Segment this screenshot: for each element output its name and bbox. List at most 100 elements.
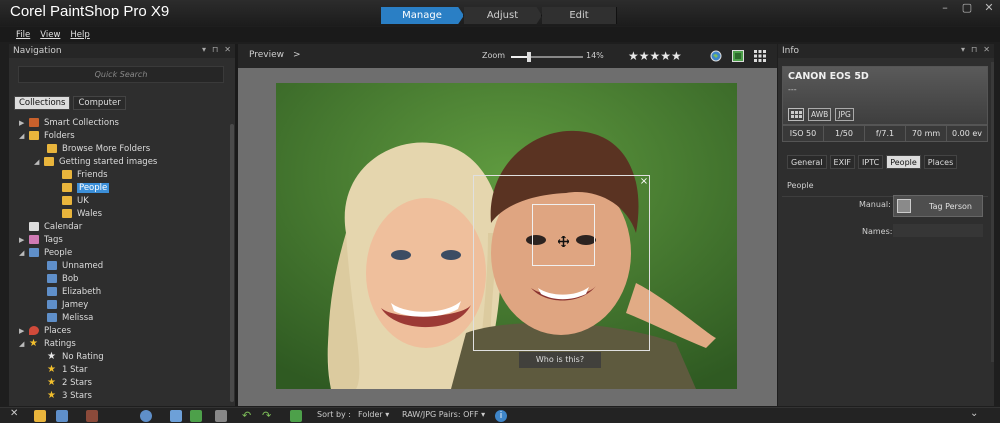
print-icon[interactable] [215, 410, 227, 422]
panel-menu-icon[interactable]: ▾ [961, 45, 965, 54]
expand-arrow-icon[interactable]: ▶ [19, 236, 29, 244]
tree-item-people[interactable]: ◢ People [19, 246, 72, 259]
tree-item-folders[interactable]: ◢ Folders [19, 129, 75, 142]
tree-item-browse-more-folders[interactable]: Browse More Folders [47, 142, 150, 155]
tree-item-melissa[interactable]: Melissa [47, 311, 93, 324]
tree-label: Elizabeth [62, 286, 102, 297]
tree-item-uk[interactable]: UK [62, 194, 89, 207]
panel-close-icon[interactable]: ✕ [224, 45, 231, 54]
folder-icon [62, 196, 72, 205]
menu-view[interactable]: View [40, 30, 60, 40]
close-icon[interactable]: × [638, 176, 650, 188]
tree-item-3-stars[interactable]: ★ 3 Stars [47, 389, 92, 402]
folder-icon [29, 131, 39, 140]
globe-icon[interactable] [710, 50, 722, 62]
person-icon [897, 199, 911, 213]
tree-label: Unnamed [62, 260, 104, 271]
expand-arrow-icon[interactable]: ▶ [19, 119, 29, 127]
rotate-left-icon[interactable]: ↶ [242, 410, 254, 422]
tree-item-2-stars[interactable]: ★ 2 Stars [47, 376, 92, 389]
info-scrollbar[interactable] [991, 62, 994, 362]
tab-exif[interactable]: EXIF [829, 155, 856, 169]
tree-item-ratings[interactable]: ◢ ★ Ratings [19, 337, 76, 350]
person-icon [47, 287, 57, 296]
tab-adjust[interactable]: Adjust [464, 7, 542, 24]
info-icon[interactable]: i [495, 410, 507, 422]
chevron-down-icon[interactable]: ⌄ [970, 408, 978, 419]
info-tabs: General EXIF IPTC People Places [787, 155, 958, 169]
tree-item-jamey[interactable]: Jamey [47, 298, 88, 311]
tree-item-unnamed[interactable]: Unnamed [47, 259, 103, 272]
sort-by-dropdown[interactable]: Folder ▾ [358, 410, 389, 419]
grid-view-icon[interactable] [754, 50, 766, 62]
tree-item-tags[interactable]: ▶ Tags [19, 233, 63, 246]
tree-item-no-rating[interactable]: ★ No Rating [47, 350, 104, 363]
preview-photo[interactable]: × Who is this? [276, 83, 737, 389]
tab-iptc[interactable]: IPTC [858, 155, 884, 169]
tree-label: Smart Collections [44, 117, 119, 128]
maximize-icon[interactable]: ▢ [956, 0, 978, 16]
tree-item-wales[interactable]: Wales [62, 207, 102, 220]
tree-item-calendar[interactable]: Calendar [29, 220, 82, 233]
expand-arrow-icon[interactable]: ▶ [19, 327, 29, 335]
tree-item-smart-collections[interactable]: ▶ Smart Collections [19, 116, 119, 129]
tab-general[interactable]: General [787, 155, 827, 169]
tab-computer[interactable]: Computer [73, 96, 126, 110]
pin-icon[interactable]: ⊓ [212, 45, 218, 54]
details-view-icon[interactable] [56, 410, 68, 422]
tab-places[interactable]: Places [923, 155, 958, 169]
window-controls: – ▢ ✕ [934, 0, 1000, 16]
tree-item-friends[interactable]: Friends [62, 168, 108, 181]
thumbnail-view-icon[interactable] [34, 410, 46, 422]
edit-icon[interactable] [86, 410, 98, 422]
share-icon[interactable] [170, 410, 182, 422]
rating-stars[interactable]: ★★★★★ [628, 49, 682, 63]
tab-collections[interactable]: Collections [14, 96, 71, 110]
panel-menu-icon[interactable]: ▾ [202, 45, 206, 54]
names-field[interactable] [893, 224, 983, 237]
info-header: Info ▾ ⊓ ✕ [778, 44, 994, 58]
person-icon [29, 248, 39, 257]
tab-edit[interactable]: Edit [542, 7, 617, 24]
single-view-icon[interactable] [732, 50, 744, 62]
tree-label: Friends [77, 169, 108, 180]
face-tag-box[interactable] [532, 204, 595, 266]
manual-label: Manual: [859, 200, 891, 209]
smart-fix-icon[interactable] [290, 410, 302, 422]
tree-item-getting-started[interactable]: ◢ Getting started images [34, 155, 157, 168]
navigation-scrollbar[interactable] [230, 124, 234, 402]
tree-item-places[interactable]: ▶ Places [19, 324, 71, 337]
panel-close-icon[interactable]: ✕ [983, 45, 990, 54]
zoom-slider-handle[interactable] [527, 52, 531, 62]
quick-search-input[interactable]: Quick Search [18, 66, 224, 83]
person-icon [47, 261, 57, 270]
person-icon[interactable] [140, 410, 152, 422]
rotate-right-icon[interactable]: ↷ [262, 410, 274, 422]
collapse-arrow-icon[interactable]: ◢ [19, 340, 29, 348]
pin-icon[interactable]: ⊓ [971, 45, 977, 54]
tree-item-bob[interactable]: Bob [47, 272, 78, 285]
menu-file[interactable]: File [16, 30, 30, 40]
collapse-arrow-icon[interactable]: ◢ [19, 249, 29, 257]
tree-item-elizabeth[interactable]: Elizabeth [47, 285, 101, 298]
collapse-arrow-icon[interactable]: ◢ [19, 132, 29, 140]
raw-jpg-pairs-dropdown[interactable]: RAW/JPG Pairs: OFF ▾ [402, 410, 485, 419]
tag-icon [29, 235, 39, 244]
close-icon[interactable]: ✕ [10, 408, 18, 419]
tree-item-people-folder[interactable]: People [62, 181, 110, 194]
collapse-arrow-icon[interactable]: ◢ [34, 158, 44, 166]
tree-label: People [44, 247, 73, 258]
close-icon[interactable]: ✕ [978, 0, 1000, 16]
tree-item-1-star[interactable]: ★ 1 Star [47, 363, 88, 376]
tab-people[interactable]: People [886, 155, 921, 169]
menu-help[interactable]: Help [70, 30, 89, 40]
minimize-icon[interactable]: – [934, 0, 956, 16]
preview-expand-arrow[interactable]: > [293, 50, 301, 60]
tag-person-button[interactable]: Tag Person [893, 195, 983, 217]
export-icon[interactable] [190, 410, 202, 422]
tab-manage[interactable]: Manage [381, 7, 464, 24]
zoom-slider[interactable] [511, 52, 583, 62]
who-is-this-input[interactable]: Who is this? [519, 352, 601, 368]
navigation-title: Navigation [13, 46, 62, 56]
tag-person-label: Tag Person [929, 202, 972, 211]
